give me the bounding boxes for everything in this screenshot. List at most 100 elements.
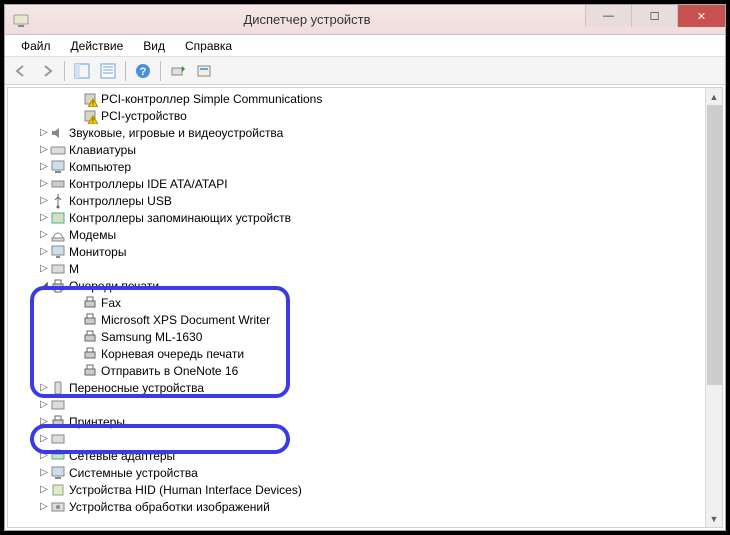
- tree-item-label: Звуковые, игровые и видеоустройства: [69, 126, 283, 140]
- tree-item-label: Компьютер: [69, 160, 131, 174]
- back-button[interactable]: [9, 59, 33, 83]
- scan-hardware-button[interactable]: [166, 59, 190, 83]
- tree-item-samsung[interactable]: Samsung ML-1630: [8, 328, 705, 345]
- device-tree[interactable]: ! PCI-контроллер Simple Communications !…: [8, 88, 705, 527]
- tree-item-printers[interactable]: ▷ Принтеры: [8, 413, 705, 430]
- device-icon: [50, 397, 66, 413]
- tree-item-label: Системные устройства: [69, 466, 198, 480]
- separator: [125, 61, 126, 81]
- expand-icon[interactable]: ▷: [38, 484, 50, 495]
- tree-item-pci-simple[interactable]: ! PCI-контроллер Simple Communications: [8, 90, 705, 107]
- chip-warning-icon: !: [82, 108, 98, 124]
- expand-icon[interactable]: ▷: [38, 127, 50, 138]
- tree-item-label: Fax: [101, 296, 121, 310]
- tree-item-obscured2[interactable]: ▷: [8, 396, 705, 413]
- portable-icon: [50, 380, 66, 396]
- tree-item-label: Мониторы: [69, 245, 126, 259]
- tree-item-computer[interactable]: ▷ Компьютер: [8, 158, 705, 175]
- tree-item-root-queue[interactable]: Корневая очередь печати: [8, 345, 705, 362]
- tree-item-keyboards[interactable]: ▷ Клавиатуры: [8, 141, 705, 158]
- expand-icon[interactable]: ▷: [38, 433, 50, 444]
- tree-item-imaging[interactable]: ▷ Устройства обработки изображений: [8, 498, 705, 515]
- uninstall-button[interactable]: [192, 59, 216, 83]
- separator: [160, 61, 161, 81]
- expand-icon[interactable]: ▷: [38, 195, 50, 206]
- tree-item-ide-ata[interactable]: ▷ Контроллеры IDE ATA/ATAPI: [8, 175, 705, 192]
- tree-item-label: Устройства обработки изображений: [69, 500, 270, 514]
- tree-item-obscured[interactable]: ▷ М: [8, 260, 705, 277]
- menu-file[interactable]: Файл: [11, 37, 61, 55]
- tree-item-label: Сетевые адаптеры: [69, 449, 175, 463]
- collapse-icon[interactable]: ◢: [38, 280, 50, 291]
- usb-icon: [50, 193, 66, 209]
- tree-item-pci-device[interactable]: ! PCI-устройство: [8, 107, 705, 124]
- tree-item-label: Очереди печати: [69, 279, 159, 293]
- maximize-button[interactable]: ☐: [631, 5, 677, 27]
- imaging-icon: [50, 499, 66, 515]
- tree-item-onenote[interactable]: Отправить в OneNote 16: [8, 362, 705, 379]
- tree-item-obscured3[interactable]: ▷: [8, 430, 705, 447]
- tree-item-xps-writer[interactable]: Microsoft XPS Document Writer: [8, 311, 705, 328]
- expand-icon[interactable]: ▷: [38, 263, 50, 274]
- minimize-button[interactable]: —: [585, 5, 631, 27]
- expand-icon[interactable]: ▷: [38, 382, 50, 393]
- titlebar[interactable]: Диспетчер устройств — ☐ ✕: [5, 5, 725, 35]
- tree-item-network[interactable]: ▷ Сетевые адаптеры: [8, 447, 705, 464]
- printer-icon: [50, 278, 66, 294]
- tree-item-label: Контроллеры USB: [69, 194, 172, 208]
- scroll-down-button[interactable]: ▼: [706, 510, 722, 527]
- expand-icon[interactable]: ▷: [38, 246, 50, 257]
- expand-icon[interactable]: ▷: [38, 161, 50, 172]
- device-manager-window: Диспетчер устройств — ☐ ✕ Файл Действие …: [4, 4, 726, 531]
- tree-item-label: PCI-устройство: [101, 109, 187, 123]
- forward-button[interactable]: [35, 59, 59, 83]
- keyboard-icon: [50, 142, 66, 158]
- scroll-up-button[interactable]: ▲: [706, 88, 722, 105]
- tree-item-label: Microsoft XPS Document Writer: [101, 313, 270, 327]
- expand-icon[interactable]: ▷: [38, 178, 50, 189]
- tree-item-monitors[interactable]: ▷ Мониторы: [8, 243, 705, 260]
- computer-icon: [50, 159, 66, 175]
- tree-item-label: Модемы: [69, 228, 116, 242]
- tree-item-usb[interactable]: ▷ Контроллеры USB: [8, 192, 705, 209]
- tree-item-sound[interactable]: ▷ Звуковые, игровые и видеоустройства: [8, 124, 705, 141]
- expand-icon[interactable]: ▷: [38, 467, 50, 478]
- tree-item-storage[interactable]: ▷ Контроллеры запоминающих устройств: [8, 209, 705, 226]
- tree-item-portable[interactable]: ▷ Переносные устройства: [8, 379, 705, 396]
- tree-item-hid[interactable]: ▷ Устройства HID (Human Interface Device…: [8, 481, 705, 498]
- close-button[interactable]: ✕: [677, 5, 725, 27]
- tree-item-label: М: [69, 262, 79, 276]
- expand-icon[interactable]: ▷: [38, 144, 50, 155]
- expand-icon[interactable]: ▷: [38, 501, 50, 512]
- tree-item-fax[interactable]: Fax: [8, 294, 705, 311]
- tree-item-label: Переносные устройства: [69, 381, 204, 395]
- menu-action[interactable]: Действие: [61, 37, 134, 55]
- expand-icon[interactable]: ▷: [38, 416, 50, 427]
- expand-icon[interactable]: ▷: [38, 450, 50, 461]
- tree-item-modems[interactable]: ▷ Модемы: [8, 226, 705, 243]
- printer-icon: [82, 346, 98, 362]
- menu-help[interactable]: Справка: [175, 37, 242, 55]
- expand-icon[interactable]: ▷: [38, 399, 50, 410]
- tree-item-label: Клавиатуры: [69, 143, 136, 157]
- tree-item-label: Samsung ML-1630: [101, 330, 202, 344]
- menubar: Файл Действие Вид Справка: [5, 35, 725, 57]
- scroll-thumb[interactable]: [707, 105, 722, 385]
- tree-item-label: Принтеры: [69, 415, 125, 429]
- system-icon: [50, 465, 66, 481]
- expand-icon[interactable]: ▷: [38, 212, 50, 223]
- show-hide-tree-button[interactable]: [70, 59, 94, 83]
- window-controls: — ☐ ✕: [585, 5, 725, 34]
- tree-item-system[interactable]: ▷ Системные устройства: [8, 464, 705, 481]
- printer-icon: [82, 329, 98, 345]
- tree-item-print-queues[interactable]: ◢ Очереди печати: [8, 277, 705, 294]
- hid-icon: [50, 482, 66, 498]
- tree-item-label: Контроллеры IDE ATA/ATAPI: [69, 177, 228, 191]
- menu-view[interactable]: Вид: [133, 37, 175, 55]
- vertical-scrollbar[interactable]: ▲ ▼: [705, 88, 722, 527]
- modem-icon: [50, 227, 66, 243]
- svg-text:?: ?: [140, 66, 147, 78]
- help-button[interactable]: ?: [131, 59, 155, 83]
- properties-button[interactable]: [96, 59, 120, 83]
- expand-icon[interactable]: ▷: [38, 229, 50, 240]
